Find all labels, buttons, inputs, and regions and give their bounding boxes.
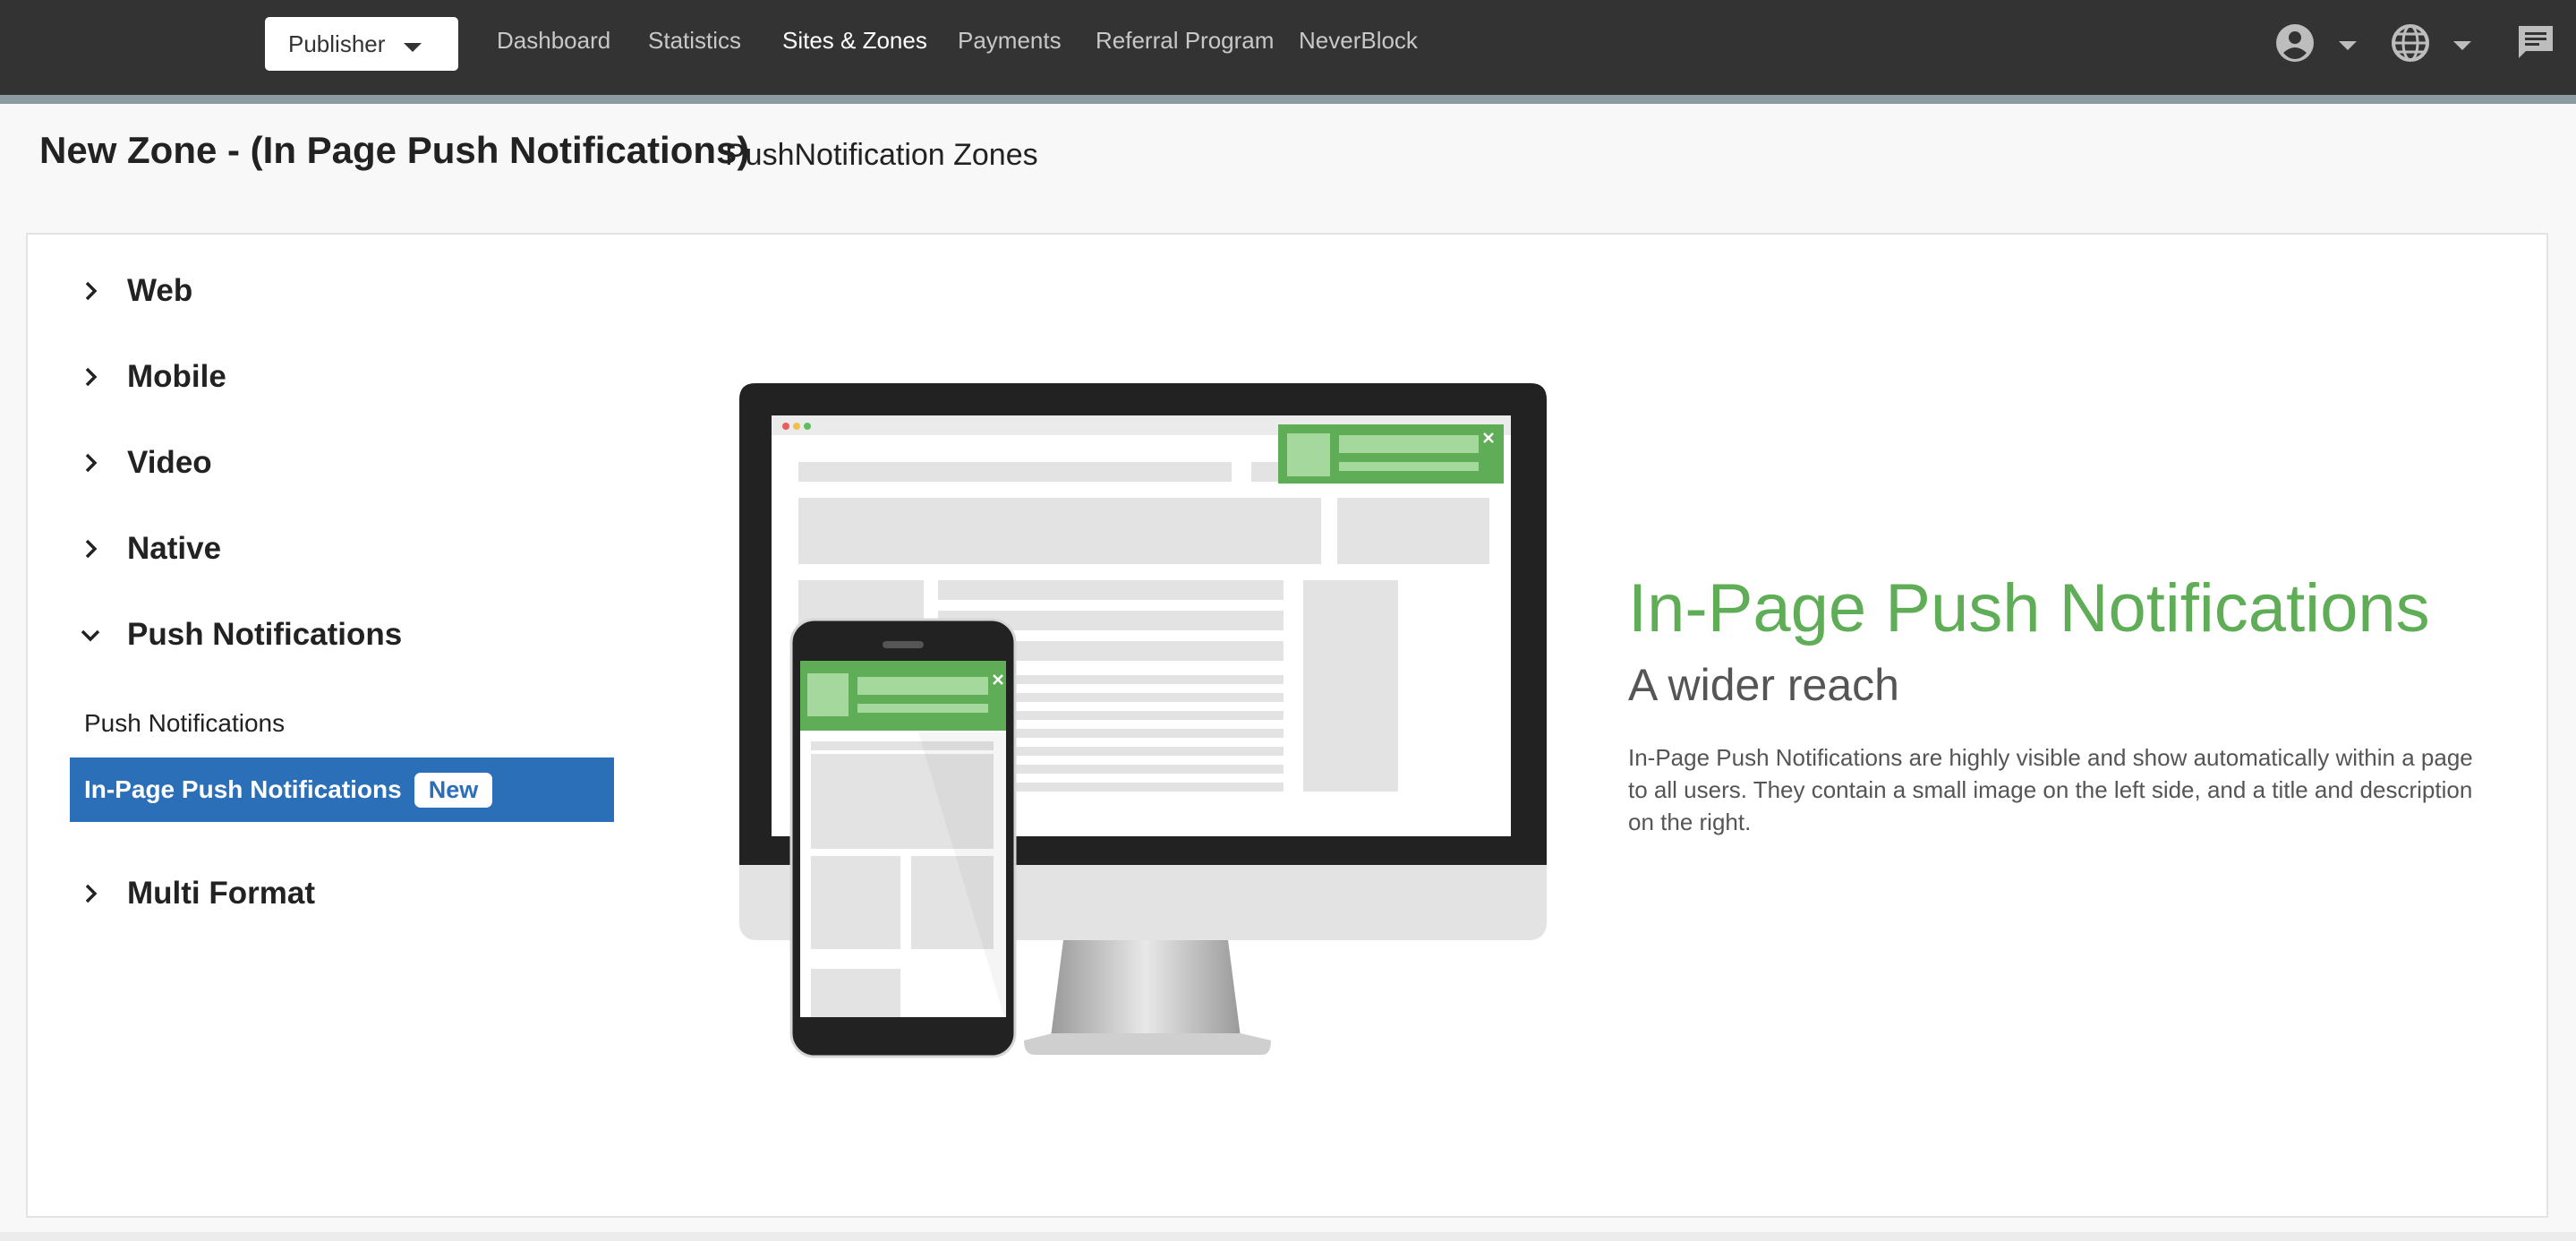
feature-title: In-Page Push Notifications	[1628, 570, 2430, 646]
nav-statistics[interactable]: Statistics	[648, 27, 741, 55]
nav-divider	[0, 95, 2576, 104]
chat-icon[interactable]	[2515, 22, 2556, 64]
zone-type-push-notifications[interactable]: Push Notifications	[84, 709, 285, 738]
phone-illustration	[789, 618, 1017, 1058]
caret-down-icon	[404, 43, 422, 52]
chevron-right-icon	[85, 453, 98, 473]
chevron-right-icon	[85, 281, 98, 301]
nav-neverblock[interactable]: NeverBlock	[1299, 27, 1418, 55]
category-label: Push Notifications	[127, 617, 403, 652]
category-video[interactable]: Video	[79, 441, 212, 485]
nav-dashboard[interactable]: Dashboard	[497, 27, 610, 55]
chevron-down-icon	[81, 629, 100, 642]
category-mobile[interactable]: Mobile	[79, 355, 226, 399]
category-label: Mobile	[127, 359, 226, 394]
feature-description: In-Page Push Notifications are highly vi…	[1628, 744, 2473, 835]
role-selector-label: Publisher	[288, 30, 386, 57]
category-label: Multi Format	[127, 876, 315, 911]
feature-subtitle: A wider reach	[1628, 660, 1899, 710]
new-badge: New	[414, 772, 493, 808]
zone-type-in-page-push-notifications[interactable]: In-Page Push Notifications New	[70, 757, 614, 822]
page-title: New Zone - (In Page Push Notifications)	[39, 129, 750, 171]
language-caret-icon[interactable]	[2453, 41, 2471, 50]
nav-payments[interactable]: Payments	[958, 27, 1062, 55]
globe-icon[interactable]	[2390, 22, 2431, 64]
role-selector[interactable]: Publisher	[265, 17, 458, 71]
category-multi-format[interactable]: Multi Format	[79, 871, 315, 916]
category-label: Native	[127, 531, 222, 566]
page-subtitle: PushNotification Zones	[725, 138, 1038, 172]
chevron-right-icon	[85, 539, 98, 559]
account-icon[interactable]	[2274, 22, 2316, 64]
page-footer-strip	[0, 1232, 2576, 1241]
nav-referral-program[interactable]: Referral Program	[1096, 27, 1274, 55]
category-label: Video	[127, 445, 212, 480]
category-web[interactable]: Web	[79, 269, 192, 313]
account-caret-icon[interactable]	[2339, 41, 2357, 50]
nav-sites-zones[interactable]: Sites & Zones	[782, 27, 927, 55]
zone-type-label: In-Page Push Notifications	[84, 775, 402, 803]
chevron-right-icon	[85, 367, 98, 387]
devices-illustration	[739, 383, 1547, 1058]
category-label: Web	[127, 273, 193, 308]
category-native[interactable]: Native	[79, 526, 221, 571]
category-push-notifications[interactable]: Push Notifications	[79, 612, 402, 657]
chevron-right-icon	[85, 884, 98, 903]
